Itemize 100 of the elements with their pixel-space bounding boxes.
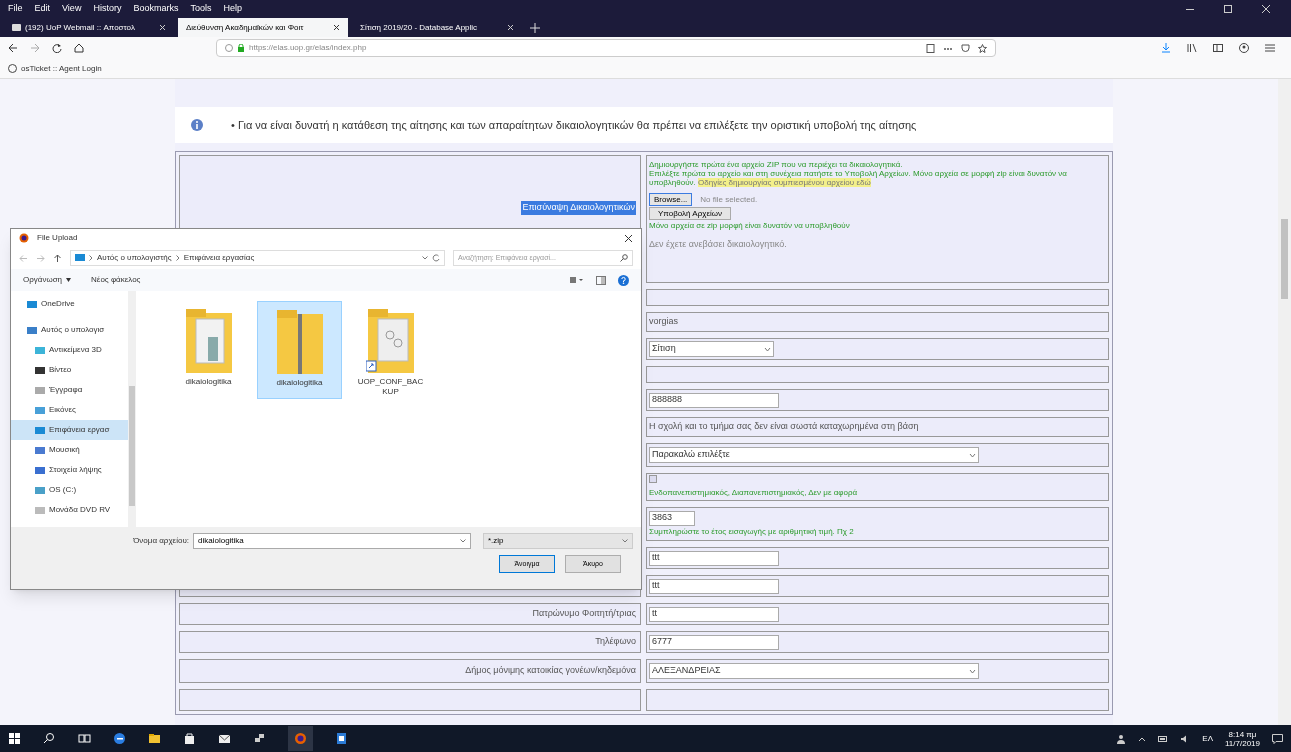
notification-icon[interactable] <box>1272 733 1283 744</box>
nav-item[interactable]: Βίντεο <box>11 360 136 380</box>
envelope-icon[interactable] <box>218 732 231 745</box>
refresh-icon[interactable] <box>432 254 440 262</box>
nav-item[interactable]: Έγγραφα <box>11 380 136 400</box>
nav-item[interactable]: OS (C:) <box>11 480 136 500</box>
help-icon[interactable] <box>618 274 629 286</box>
nav-item[interactable]: OneDrive <box>11 294 136 314</box>
search-icon[interactable] <box>43 732 56 745</box>
firefox-icon[interactable] <box>288 726 313 751</box>
instructions-link[interactable]: Οδηγίες δημιουργίας συμπιεσμένου αρχείου εδώ <box>698 178 871 187</box>
download-icon[interactable] <box>1161 43 1171 53</box>
scrollbar[interactable] <box>128 291 136 527</box>
task-view-icon[interactable] <box>78 732 91 745</box>
dropdown[interactable]: ΑΛΕΞΑΝΔΡΕΙΑΣ <box>649 663 979 679</box>
breadcrumb-bar[interactable]: Αυτός ο υπολογιστής Επιφάνεια εργασίας <box>70 250 445 266</box>
input-field[interactable]: 3863 <box>649 510 695 526</box>
browser-e-icon[interactable] <box>113 732 126 745</box>
input-field[interactable]: ttt <box>649 578 779 594</box>
input-field[interactable]: 6777 <box>649 634 779 650</box>
chevron-right-icon <box>89 255 93 261</box>
caret-icon <box>66 278 72 282</box>
nav-item[interactable]: Μουσική <box>11 440 136 460</box>
checkbox[interactable] <box>649 475 657 483</box>
nav-item[interactable]: Αντικείμενα 3D <box>11 340 136 360</box>
chevron-up-icon[interactable] <box>1138 735 1147 742</box>
menu-item[interactable]: Edit <box>34 1 51 16</box>
up-arrow-icon[interactable] <box>53 253 62 263</box>
pocket-icon[interactable] <box>961 43 970 53</box>
menu-item[interactable]: History <box>93 1 122 16</box>
scrollbar-thumb[interactable] <box>1281 219 1288 299</box>
dropdown[interactable]: Παρακαλώ επιλέξτε <box>649 447 979 463</box>
folder-tile[interactable]: UOP_CONF_BACKUP <box>348 301 433 399</box>
chevron-down-icon <box>969 452 976 458</box>
close-icon[interactable] <box>624 233 633 243</box>
folder-icon[interactable] <box>148 732 161 745</box>
lock-icon <box>237 44 245 52</box>
zip-folder-icon <box>274 310 325 374</box>
browser-tab[interactable]: Διεύθυνση Ακαδημαϊκών και Φοιτ <box>178 18 348 37</box>
nav-item[interactable]: Μονάδα DVD RV <box>11 500 136 520</box>
chevron-down-icon <box>969 668 976 674</box>
menu-item[interactable]: View <box>62 1 82 16</box>
address-bar[interactable]: https://elas.uop.gr/elas/index.php <box>216 39 996 57</box>
preview-pane-icon[interactable] <box>596 275 606 285</box>
chevron-down-icon[interactable] <box>422 256 428 260</box>
browse-button[interactable]: Browse... <box>649 193 693 206</box>
browser-tab[interactable]: (192) UoP Webmail :: Αποστολ <box>4 18 174 37</box>
breadcrumb-item[interactable]: Αυτός ο υπολογιστής <box>97 252 172 264</box>
nav-item[interactable]: Εικόνες <box>11 400 136 420</box>
windows-icon[interactable] <box>8 732 21 745</box>
file-type-dropdown[interactable]: *.zip <box>483 533 633 549</box>
menu-item[interactable]: Tools <box>190 1 212 16</box>
browser-tab[interactable]: Σίτιση 2019/20 - Database Applic <box>352 18 522 37</box>
instruction-text: Δημιουργήστε πρώτα ένα αρχείο ZIP που να περιέχει τα δικαιολογητικά. <box>649 160 903 169</box>
plus-icon[interactable] <box>530 23 540 33</box>
reload-icon[interactable] <box>52 43 62 53</box>
reader-icon[interactable] <box>926 43 935 53</box>
close-icon[interactable] <box>333 24 340 31</box>
library-icon[interactable] <box>1187 43 1197 53</box>
language-indicator[interactable]: ΕΛ <box>1202 732 1213 745</box>
home-icon[interactable] <box>74 43 84 53</box>
folder-tile[interactable]: dikaiologitika <box>166 301 251 399</box>
back-icon[interactable] <box>8 43 18 53</box>
document-icon[interactable] <box>335 732 348 745</box>
dialog-title: File Upload <box>37 232 78 244</box>
menu-item[interactable]: Help <box>223 1 242 16</box>
breadcrumb-item[interactable]: Επιφάνεια εργασίας <box>183 252 255 264</box>
network-icon[interactable] <box>253 732 266 745</box>
globe-icon <box>8 64 17 73</box>
new-folder-button[interactable]: Νέος φάκελος <box>91 274 141 286</box>
submit-files-button[interactable]: Υποβολή Αρχείων <box>649 207 731 220</box>
field-label: Δήμος μόνιμης κατοικίας γονέων/κηδεμόνα <box>465 664 636 678</box>
filename-field[interactable]: dikaiologitika <box>193 533 471 549</box>
battery-icon[interactable] <box>1158 734 1169 743</box>
menu-item[interactable]: File <box>8 1 23 16</box>
shopping-bag-icon[interactable] <box>183 732 196 745</box>
input-field[interactable]: ttt <box>649 550 779 566</box>
input-field[interactable]: tt <box>649 606 779 622</box>
chevron-right-icon <box>175 255 180 261</box>
maximize-icon[interactable] <box>1223 3 1233 14</box>
account-icon[interactable] <box>1239 43 1249 53</box>
nav-item[interactable]: Στοιχεία λήψης <box>11 460 136 480</box>
organize-button[interactable]: Οργάνωση <box>23 274 72 286</box>
person-icon[interactable] <box>1116 733 1127 744</box>
folder-tile[interactable]: dikaiologitika <box>257 301 342 399</box>
info-icon <box>225 44 233 52</box>
view-options-icon[interactable] <box>570 276 584 284</box>
menu-item[interactable]: Bookmarks <box>133 1 179 16</box>
nav-item[interactable]: Αυτός ο υπολογισ <box>11 320 136 340</box>
menu-icon[interactable] <box>1265 43 1275 53</box>
dropdown[interactable]: Σίτιση <box>649 341 774 357</box>
clock[interactable]: 8:14 πμ 11/7/2019 <box>1225 729 1260 748</box>
input-field[interactable]: 888888 <box>649 392 779 408</box>
sidebar-icon[interactable] <box>1213 43 1223 53</box>
scrollbar[interactable] <box>1278 79 1291 725</box>
bookmark-link[interactable]: osTicket :: Agent Login <box>8 62 102 75</box>
star-icon[interactable] <box>978 43 987 53</box>
scrollbar-thumb[interactable] <box>129 386 135 506</box>
chevron-down-icon <box>764 346 771 352</box>
search-icon <box>620 254 628 262</box>
